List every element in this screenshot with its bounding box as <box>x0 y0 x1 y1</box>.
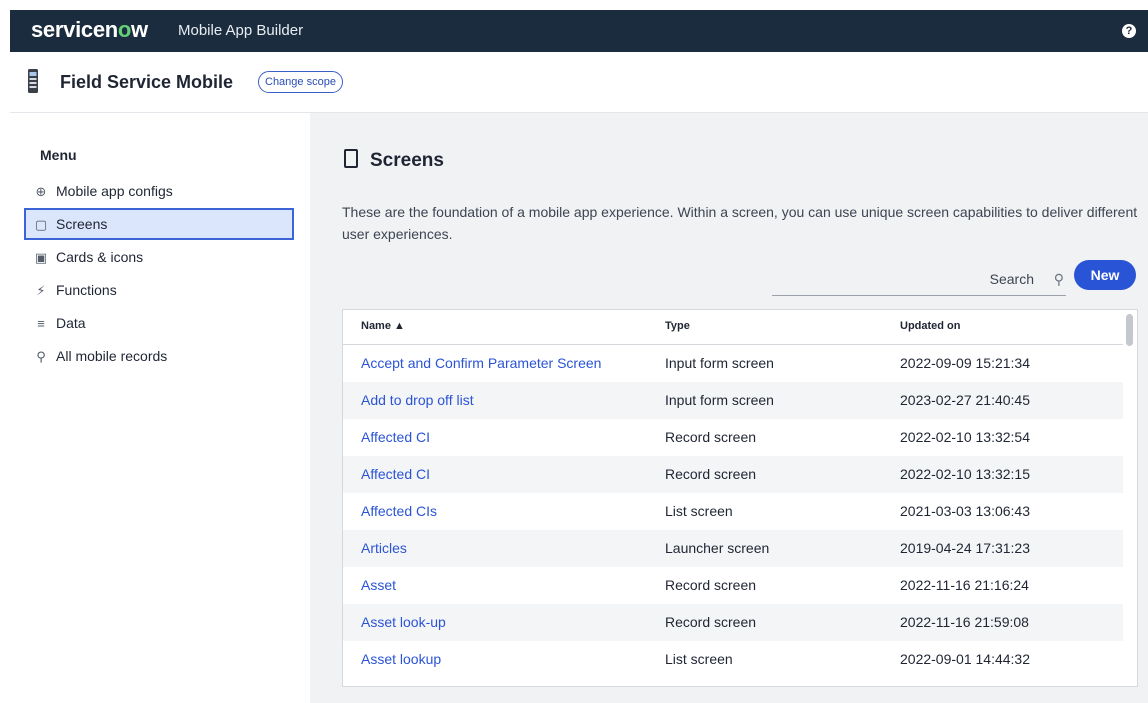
database-icon: ≡ <box>37 316 45 331</box>
table-body: Accept and Confirm Parameter Screen Input… <box>343 345 1123 678</box>
column-header-name[interactable]: Name ▲ <box>361 320 405 332</box>
logo-text-o: o <box>117 17 132 42</box>
sidebar-item-label: Mobile app configs <box>56 183 173 199</box>
updated-on: 2022-09-01 14:44:32 <box>900 651 1030 667</box>
top-navigation-bar: servicenow Mobile App Builder ? <box>10 10 1148 52</box>
screen-name-link[interactable]: Articles <box>361 530 407 567</box>
table-row[interactable]: Add to drop off list Input form screen 202… <box>343 382 1123 419</box>
table-row[interactable]: Asset lookup List screen 2022-09-01 14:44:… <box>343 641 1123 678</box>
screen-type: List screen <box>665 503 733 519</box>
app-title: Mobile App Builder <box>178 22 304 39</box>
sidebar-item-screens[interactable]: ▢ Screens <box>24 208 294 240</box>
mobile-app-icon <box>28 69 38 93</box>
screen-type: Input form screen <box>665 355 774 371</box>
updated-on: 2022-11-16 21:59:08 <box>900 614 1029 630</box>
logo-text-start: servicen <box>31 17 118 42</box>
sidebar-item-mobile-app-configs[interactable]: ⊕ Mobile app configs <box>24 175 294 207</box>
updated-on: 2022-09-09 15:21:34 <box>900 355 1030 371</box>
table-row[interactable]: Affected CI Record screen 2022-02-10 13:32… <box>343 419 1123 456</box>
screen-type: Record screen <box>665 429 757 445</box>
sidebar-item-data[interactable]: ≡ Data <box>24 307 294 339</box>
mobile-icon <box>344 149 358 168</box>
sidebar-menu: Menu ⊕ Mobile app configs ▢ Screens ▣ Cards… <box>10 113 310 703</box>
updated-on: 2022-02-10 13:32:54 <box>900 429 1030 445</box>
function-icon: ⚡ <box>36 283 46 298</box>
app-scope-title: Field Service Mobile <box>60 72 234 92</box>
table-row[interactable]: Accept and Confirm Parameter Screen Input… <box>343 345 1123 382</box>
screen-name-link[interactable]: Asset <box>361 567 396 604</box>
sidebar-item-label: Cards & icons <box>56 249 144 265</box>
page-description: These are the foundation of a mobile app… <box>342 204 1138 242</box>
table-row[interactable]: Affected CIs List screen 2021-03-03 13:06:… <box>343 493 1123 530</box>
scope-header: Field Service Mobile Change scope <box>10 52 1148 113</box>
screen-type: Record screen <box>665 577 757 593</box>
page-title-text: Screens <box>370 150 444 171</box>
menu-heading: Menu <box>40 147 77 163</box>
sidebar-item-label: Screens <box>56 216 108 232</box>
screen-type: Launcher screen <box>665 540 770 556</box>
card-icon: ▣ <box>34 250 48 265</box>
page-title: Screens <box>344 149 444 172</box>
globe-icon: ⊕ <box>35 184 47 199</box>
updated-on: 2022-11-16 21:16:24 <box>900 577 1029 593</box>
new-button[interactable]: New <box>1074 260 1136 290</box>
screen-name-link[interactable]: Add to drop off list <box>361 382 474 419</box>
screen-name-link[interactable]: Asset lookup <box>361 641 441 678</box>
screen-type: Record screen <box>665 466 757 482</box>
updated-on: 2022-02-10 13:32:15 <box>900 466 1030 482</box>
updated-on: 2023-02-27 21:40:45 <box>900 392 1030 408</box>
sidebar-item-label: All mobile records <box>56 348 168 364</box>
screen-name-link[interactable]: Affected CI <box>361 419 430 456</box>
screen-name-link[interactable]: Accept and Confirm Parameter Screen <box>361 345 601 382</box>
screens-table: Name ▲ Type Updated on Accept and Confir… <box>342 309 1138 687</box>
table-row[interactable]: Affected CI Record screen 2022-02-10 13:32… <box>343 456 1123 493</box>
main-content: Screens These are the foundation of a mo… <box>310 113 1148 703</box>
table-header: Name ▲ Type Updated on <box>343 310 1123 345</box>
screen-name-link[interactable]: Asset look-up <box>361 604 446 641</box>
sidebar-item-cards-icons[interactable]: ▣ Cards & icons <box>24 241 294 273</box>
logo-text-end: w <box>131 17 148 42</box>
table-row[interactable]: Articles Launcher screen 2019-04-24 17:31:… <box>343 530 1123 567</box>
screen-name-link[interactable]: Affected CIs <box>361 493 437 530</box>
screen-type: List screen <box>665 651 733 667</box>
sidebar-item-all-mobile-records[interactable]: ⚲ All mobile records <box>24 340 294 372</box>
table-row[interactable]: Asset Record screen 2022-11-16 21:16:24 <box>343 567 1123 604</box>
table-row[interactable]: Asset look-up Record screen 2022-11-16 21:… <box>343 604 1123 641</box>
change-scope-button[interactable]: Change scope <box>258 71 343 93</box>
table-scrollbar[interactable] <box>1126 314 1133 346</box>
sidebar-item-label: Data <box>56 315 86 331</box>
screen-type: Record screen <box>665 614 757 630</box>
screen-name-link[interactable]: Affected CI <box>361 456 430 493</box>
sidebar-item-functions[interactable]: ⚡ Functions <box>24 274 294 306</box>
help-icon[interactable]: ? <box>1122 24 1136 38</box>
servicenow-logo[interactable]: servicenow <box>31 17 148 43</box>
updated-on: 2019-04-24 17:31:23 <box>900 540 1030 556</box>
mobile-icon: ▢ <box>34 217 48 232</box>
search-field: ⚲ <box>772 263 1066 296</box>
sidebar-item-label: Functions <box>56 282 117 298</box>
updated-on: 2021-03-03 13:06:43 <box>900 503 1030 519</box>
screen-type: Input form screen <box>665 392 774 408</box>
column-header-updated[interactable]: Updated on <box>900 320 961 332</box>
search-input[interactable] <box>772 263 1042 295</box>
search-icon: ⚲ <box>36 349 46 364</box>
column-header-type[interactable]: Type <box>665 320 690 332</box>
search-icon[interactable]: ⚲ <box>1054 271 1064 288</box>
